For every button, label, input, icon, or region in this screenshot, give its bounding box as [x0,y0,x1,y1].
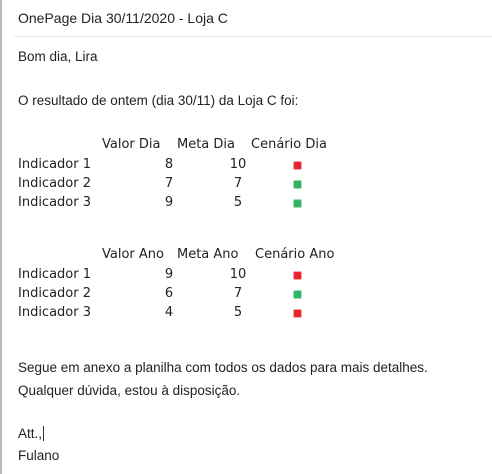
header-cenario-ano: Cenário Ano [255,247,335,262]
header-valor-dia: Valor Dia [102,137,161,152]
row-label: Indicador 2 [18,176,92,191]
header-meta-dia: Meta Dia [177,137,235,152]
valor-cell: 4 [164,305,174,320]
header-meta-ano: Meta Ano [177,247,239,262]
window-left-border [0,0,2,474]
valor-cell: 8 [164,157,174,172]
valor-cell: 9 [164,267,174,282]
row-label: Indicador 2 [18,286,92,301]
status-indicator [294,291,301,298]
row-label: Indicador 3 [18,195,92,210]
closing-line-2: Qualquer dúvida, estou à disposição. [18,383,241,398]
closing-line-1: Segue em anexo a planilha com todos os d… [18,360,428,375]
valor-cell: 6 [164,286,174,301]
header-valor-ano: Valor Ano [102,247,164,262]
status-indicator [294,200,301,207]
email-subject: OnePage Dia 30/11/2020 - Loja C [18,10,228,26]
signoff-line[interactable]: Att., [18,426,45,441]
meta-cell: 5 [233,195,243,210]
subject-divider [14,36,492,37]
row-label: Indicador 1 [18,157,92,172]
status-indicator [294,181,301,188]
status-indicator [294,272,301,279]
status-indicator [294,162,301,169]
row-label: Indicador 1 [18,267,92,282]
meta-cell: 10 [229,157,247,172]
valor-cell: 7 [164,176,174,191]
header-cenario-dia: Cenário Dia [251,137,327,152]
meta-cell: 5 [233,305,243,320]
meta-cell: 7 [233,176,243,191]
meta-cell: 7 [233,286,243,301]
meta-cell: 10 [229,267,247,282]
intro-text: O resultado de ontem (dia 30/11) da Loja… [18,93,299,108]
status-indicator [294,310,301,317]
row-label: Indicador 3 [18,305,92,320]
greeting-text: Bom dia, Lira [18,49,98,64]
signature-text: Fulano [18,448,60,463]
text-cursor [43,426,45,441]
valor-cell: 9 [164,195,174,210]
signoff-text: Att., [18,426,43,441]
